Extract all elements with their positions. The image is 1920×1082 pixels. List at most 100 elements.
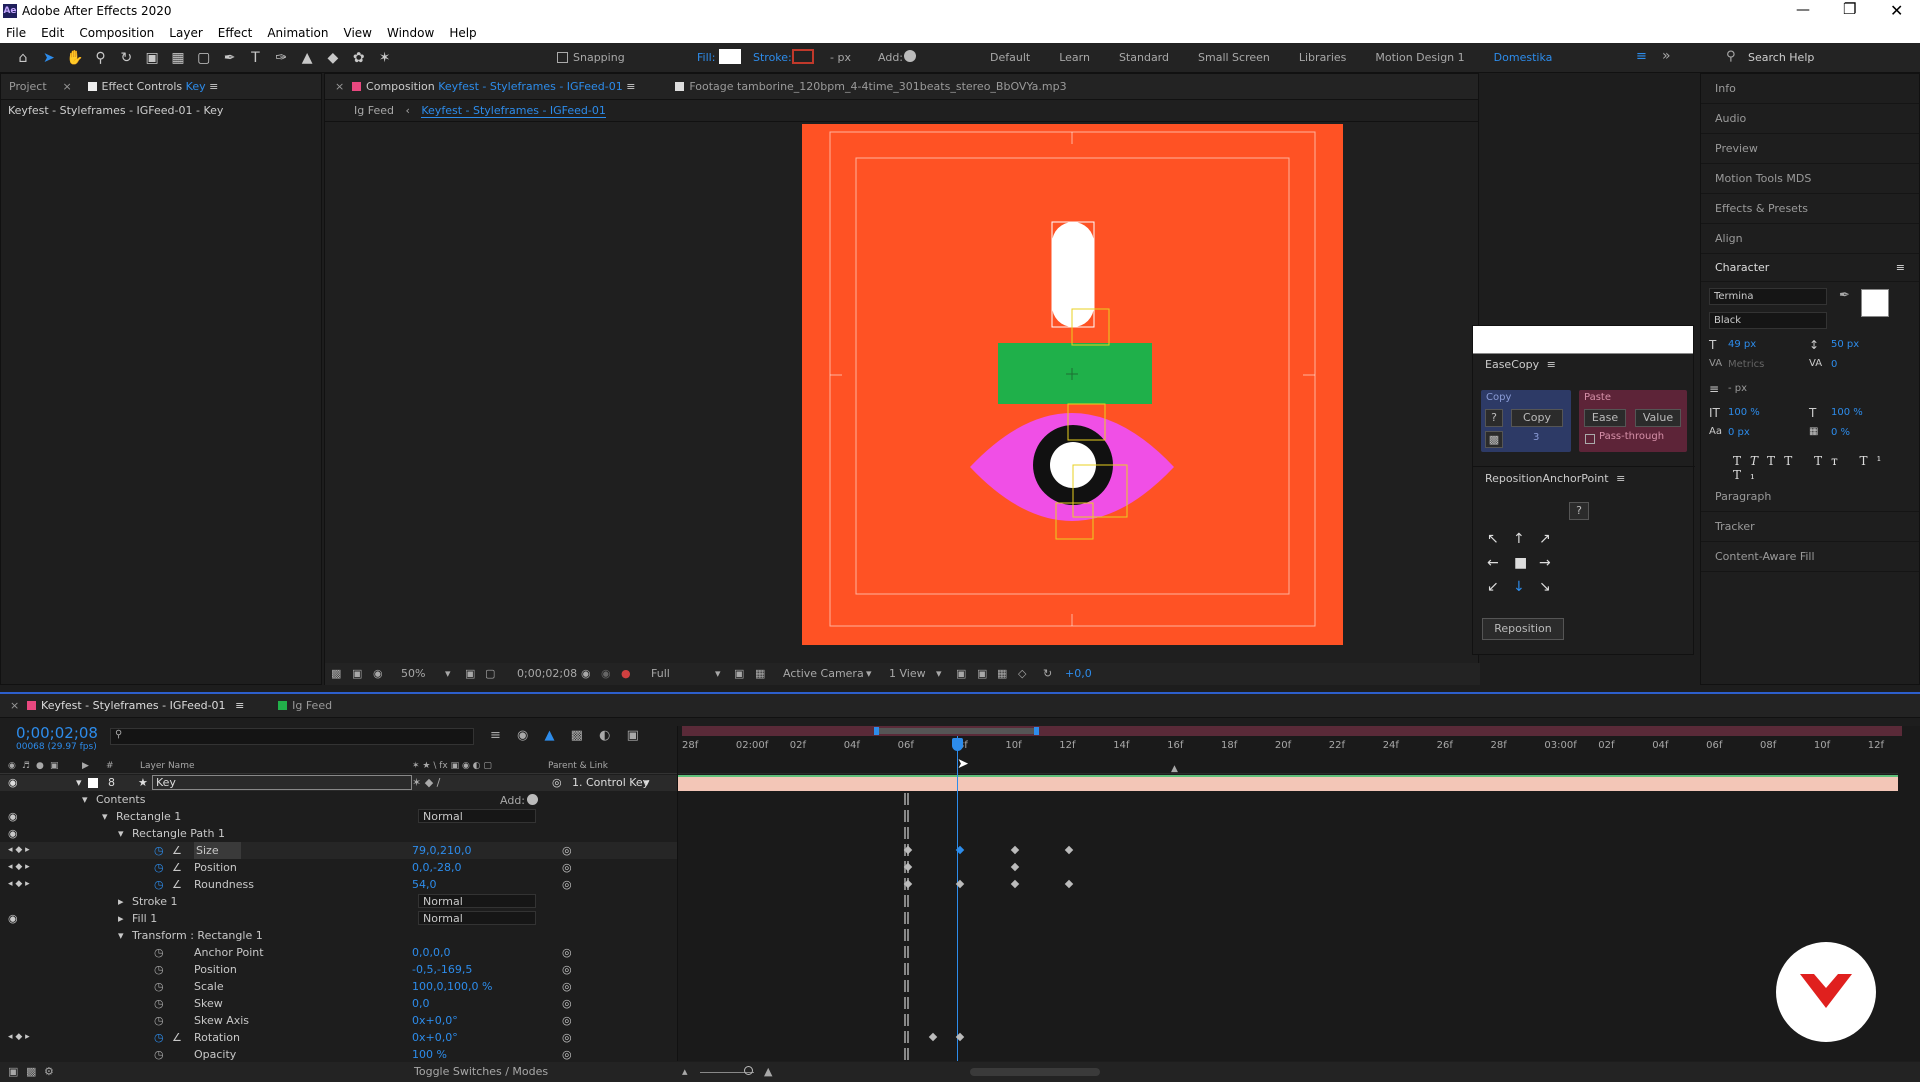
font-size-value[interactable]: 49 px (1728, 339, 1756, 350)
property-row[interactable]: ◷ Skew Axis 0x+0,0° ◎ (0, 1012, 677, 1029)
eyedropper-icon[interactable]: ✒ (1839, 288, 1850, 303)
expression-pickwhip-icon[interactable]: ◎ (562, 1012, 572, 1029)
roto-brush-icon[interactable]: ✿ (348, 47, 370, 69)
panel-menu-icon[interactable]: ≡ (209, 80, 218, 93)
reposition-help-button[interactable]: ? (1569, 502, 1589, 520)
anchor-center-icon[interactable]: ■ (1514, 555, 1527, 571)
twirl-icon[interactable]: ▾ (82, 791, 88, 808)
twirl-icon[interactable]: ▸ (118, 893, 124, 910)
rectangle-tool-icon[interactable]: ▢ (193, 47, 215, 69)
home-icon[interactable]: ⌂ (12, 47, 34, 69)
anchor-bottom-right-icon[interactable]: ↘ (1539, 579, 1551, 595)
mask-view-icon[interactable]: ◉ (373, 663, 383, 685)
camera-select[interactable]: Active Camera (783, 663, 864, 685)
layer-name[interactable]: Key (152, 775, 412, 790)
keyframe[interactable] (955, 879, 965, 889)
property-row[interactable]: ◷ Position -0,5,-169,5 ◎ (0, 961, 677, 978)
faux-style-icons[interactable]: TTTT Tт T¹ T₁ (1733, 454, 1919, 482)
chevron-down-icon[interactable]: ▾ (936, 663, 942, 685)
comp-timecode[interactable]: 0;00;02;08 (517, 663, 577, 685)
selection-tool-icon[interactable]: ➤ (38, 47, 60, 69)
exposure-icon[interactable]: ↻ (1043, 663, 1052, 685)
keyframe[interactable] (1064, 879, 1074, 889)
visibility-icon[interactable]: ◉ (8, 808, 18, 825)
expression-pickwhip-icon[interactable]: ◎ (562, 842, 572, 859)
property-value[interactable]: 0,0 (412, 995, 430, 1012)
property-row[interactable]: ◂ ◆ ▸ ◷ ∠ Rotation 0x+0,0° ◎ (0, 1029, 677, 1046)
crumb-current[interactable]: Keyfest - Styleframes - IGFeed-01 (421, 104, 606, 118)
expression-pickwhip-icon[interactable]: ◎ (562, 995, 572, 1012)
keyframe[interactable] (955, 845, 965, 855)
menu-item[interactable]: View (344, 26, 372, 40)
workspace-default[interactable]: Default (990, 51, 1030, 64)
graph-icon[interactable]: ∠ (172, 1029, 182, 1046)
chevron-down-icon[interactable]: ▾ (715, 663, 721, 685)
settings-icon[interactable]: ⚙ (44, 1062, 54, 1082)
region-icon[interactable]: ▢ (485, 663, 495, 685)
panel-audio[interactable]: Audio (1701, 104, 1919, 134)
property-row[interactable]: ◉ ▸ Fill 1 Normal (0, 910, 677, 927)
expand-pane-icon[interactable]: ▣ (8, 1062, 18, 1082)
anchor-top-icon[interactable]: ↑ (1513, 531, 1525, 547)
tsume-value[interactable]: 0 % (1831, 427, 1850, 438)
expression-pickwhip-icon[interactable]: ◎ (562, 961, 572, 978)
anchor-left-icon[interactable]: ← (1487, 555, 1499, 571)
snapping-checkbox[interactable] (557, 52, 568, 63)
reset-exposure-icon[interactable]: ▣ (977, 663, 987, 685)
type-tool-icon[interactable]: T (244, 47, 266, 69)
visibility-icon[interactable]: ◉ (8, 910, 18, 927)
always-preview-icon[interactable]: ▩ (331, 663, 341, 685)
stopwatch-icon[interactable]: ◷ (154, 1046, 164, 1063)
restore-icon[interactable]: ❐ (1843, 0, 1856, 18)
work-area-bar[interactable] (682, 726, 1902, 736)
tab-footage[interactable]: Footage tamborine_120bpm_4-4time_301beat… (667, 74, 1074, 100)
stopwatch-icon[interactable]: ◷ (154, 1012, 164, 1029)
zoom-tool-icon[interactable]: ⚲ (89, 47, 111, 69)
property-row[interactable]: ◷ Scale 100,0,100,0 % ◎ (0, 978, 677, 995)
stopwatch-icon[interactable]: ◷ (154, 842, 164, 859)
parent-select[interactable]: 1. Control Key (572, 775, 649, 791)
chevron-down-icon[interactable]: ▾ (866, 663, 872, 685)
brush-tool-icon[interactable]: ✑ (270, 47, 292, 69)
graph-icon[interactable]: ∠ (172, 859, 182, 876)
stopwatch-icon[interactable]: ◷ (154, 859, 164, 876)
copy-button[interactable]: Copy (1511, 409, 1563, 427)
pickwhip-icon[interactable]: ◎ (552, 775, 562, 791)
tab-project[interactable]: Project (1, 74, 55, 100)
property-row[interactable]: ◷ Opacity 100 % ◎ (0, 1046, 677, 1063)
panel-menu-icon[interactable]: ≡ (1547, 358, 1556, 371)
fit-icon[interactable]: ▣ (465, 663, 475, 685)
workspace-small-screen[interactable]: Small Screen (1198, 51, 1270, 64)
timeline-timecode[interactable]: 0;00;02;08 (16, 724, 98, 742)
frame-blending-icon[interactable]: ▩ (571, 728, 583, 743)
pen-tool-icon[interactable]: ✒ (219, 47, 241, 69)
stroke-width[interactable]: - px (830, 51, 851, 64)
zoom-select[interactable]: 50% (401, 663, 425, 685)
hand-tool-icon[interactable]: ✋ (64, 47, 86, 69)
view-layout-select[interactable]: 1 View (889, 663, 926, 685)
leading-value[interactable]: 50 px (1831, 339, 1859, 350)
stroke-width-value[interactable]: - px (1728, 383, 1747, 394)
expression-pickwhip-icon[interactable]: ◎ (562, 1029, 572, 1046)
twirl-icon[interactable]: ▾ (118, 825, 124, 842)
stopwatch-icon[interactable]: ◷ (154, 995, 164, 1012)
layer-duration-bar[interactable] (678, 775, 1898, 791)
property-row[interactable]: ▸ Stroke 1 Normal (0, 893, 677, 910)
crumb-arrow-icon[interactable]: ‹ (405, 104, 409, 117)
render-time-icon[interactable]: ▩ (26, 1062, 36, 1082)
panel-tracker[interactable]: Tracker (1701, 512, 1919, 542)
add-icon[interactable] (904, 50, 916, 62)
search-help-input[interactable]: Search Help (1748, 51, 1814, 64)
menu-item[interactable]: Animation (267, 26, 328, 40)
menu-item[interactable]: Edit (41, 26, 64, 40)
key-shape[interactable] (1051, 221, 1095, 328)
minimize-icon[interactable]: — (1796, 2, 1810, 18)
workspace-menu-icon[interactable]: ≡ (1636, 49, 1647, 64)
kerning-value[interactable]: Metrics (1728, 359, 1764, 370)
panel-info[interactable]: Info (1701, 74, 1919, 104)
paste-value-button[interactable]: Value (1635, 409, 1681, 427)
clipboard-icon[interactable]: ▩ (1485, 431, 1503, 448)
time-graph[interactable]: 28f 02:00f 02f 04f 06f 08f 10f 12f 14f 16f 18f 20f 2… (677, 726, 1920, 1061)
parent-link-header[interactable]: Parent & Link (548, 758, 608, 774)
menu-item[interactable]: Effect (218, 26, 253, 40)
